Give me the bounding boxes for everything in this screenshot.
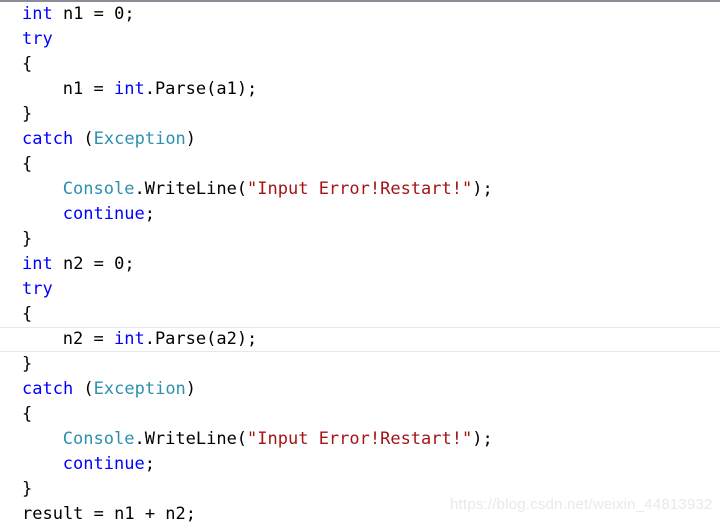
code-line[interactable]: catch (Exception) (0, 127, 720, 152)
code-token-str: "Input Error!Restart!" (247, 179, 473, 199)
code-token-kw: catch (22, 379, 74, 399)
code-line[interactable]: catch (Exception) (0, 377, 720, 402)
code-token-plain: n1 = (62, 79, 114, 99)
code-token-kw: int (22, 254, 53, 274)
code-token-plain: { (22, 304, 33, 324)
code-token-plain: .Parse(a2); (144, 329, 258, 349)
code-token-kw: try (22, 279, 53, 299)
code-line[interactable]: n1 = int.Parse(a1); (0, 77, 720, 102)
code-token-type: Console (62, 179, 135, 199)
code-token-plain: } (22, 229, 33, 249)
code-token-plain: n1 = 0; (52, 4, 135, 24)
code-token-type: Exception (93, 129, 186, 149)
code-line[interactable]: } (0, 227, 720, 252)
code-editor[interactable]: int n1 = 0; try{n1 = int.Parse(a1);} catch… (0, 0, 720, 526)
code-token-plain: ; (144, 204, 155, 224)
code-line[interactable]: try (0, 277, 720, 302)
code-token-plain: result = n1 + n2; (22, 504, 196, 524)
code-token-plain: .Parse(a1); (144, 79, 258, 99)
csdn-watermark: https://blog.csdn.net/weixin_44813932 (450, 496, 713, 513)
code-token-kw: catch (22, 129, 74, 149)
code-line[interactable]: { (0, 52, 720, 77)
code-token-kw: int (22, 4, 53, 24)
code-line[interactable]: { (0, 152, 720, 177)
code-token-kw: try (22, 29, 53, 49)
code-line[interactable]: try (0, 27, 720, 52)
code-token-plain: { (22, 154, 33, 174)
code-token-kw: continue (62, 454, 145, 474)
code-line[interactable]: { (0, 302, 720, 327)
code-token-plain: { (22, 404, 33, 424)
code-token-kw: continue (62, 204, 145, 224)
code-token-plain: { (22, 54, 33, 74)
code-token-plain: n2 = (62, 329, 114, 349)
code-token-plain: } (22, 354, 33, 374)
code-line[interactable]: continue; (0, 202, 720, 227)
code-token-type: Console (62, 429, 135, 449)
code-line[interactable]: { (0, 402, 720, 427)
code-token-plain: ) (185, 129, 197, 149)
code-line[interactable]: } (0, 352, 720, 377)
code-token-kw: int (113, 79, 145, 99)
code-token-plain: ( (73, 379, 94, 399)
code-token-plain: } (22, 479, 33, 499)
code-line[interactable]: n2 = int.Parse(a2); (0, 327, 720, 352)
code-token-plain: ( (73, 129, 94, 149)
code-token-plain: ; (144, 454, 155, 474)
code-token-kw: int (113, 329, 145, 349)
code-token-str: "Input Error!Restart!" (247, 429, 473, 449)
code-token-plain: ); (472, 179, 493, 199)
code-token-type: Exception (93, 379, 186, 399)
code-token-plain: ) (185, 379, 197, 399)
code-token-plain: ); (472, 429, 493, 449)
code-token-plain: .WriteLine( (134, 179, 248, 199)
code-token-plain: n2 = 0; (52, 254, 135, 274)
code-line[interactable]: } (0, 102, 720, 127)
code-line[interactable]: Console.WriteLine("Input Error!Restart!"… (0, 177, 720, 202)
code-token-plain: .WriteLine( (134, 429, 248, 449)
code-token-plain: } (22, 104, 33, 124)
code-line[interactable]: Console.WriteLine("Input Error!Restart!"… (0, 427, 720, 452)
code-line[interactable]: int n1 = 0; (0, 2, 720, 27)
code-line[interactable]: continue; (0, 452, 720, 477)
code-line[interactable]: int n2 = 0; (0, 252, 720, 277)
